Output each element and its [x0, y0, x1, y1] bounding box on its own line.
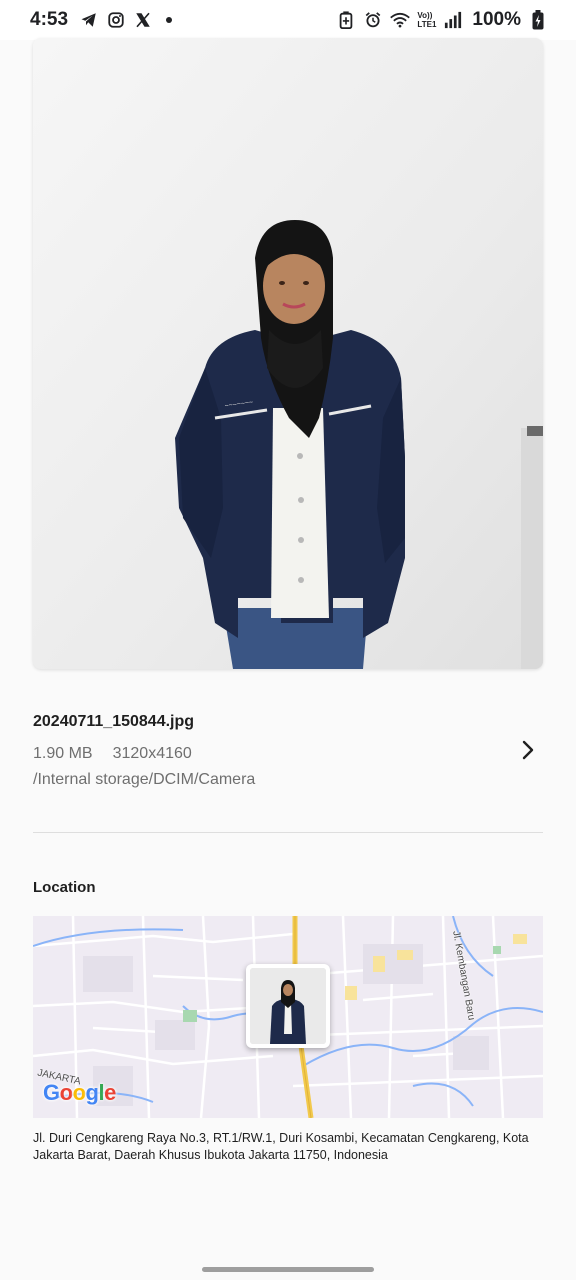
person-photo: ~~~~~~~ — [33, 38, 543, 669]
location-address: Jl. Duri Cengkareng Raya No.3, RT.1/RW.1… — [33, 1131, 529, 1162]
status-bar-left: 4:53 — [30, 9, 173, 31]
alarm-icon — [363, 10, 383, 30]
telegram-icon — [79, 10, 99, 30]
map-pin-thumbnail — [250, 968, 326, 1044]
divider — [33, 832, 543, 833]
x-icon — [133, 10, 153, 30]
file-name: 20240711_150844.jpg — [33, 713, 195, 730]
home-indicator[interactable] — [202, 1267, 374, 1272]
battery-saver-icon — [336, 10, 356, 30]
photo-preview[interactable]: ~~~~~~~ — [33, 38, 543, 669]
chevron-right-icon[interactable] — [513, 735, 543, 765]
location-map[interactable]: Jl. Kembangan Baru JAKARTA Google — [33, 916, 543, 1118]
file-meta: 1.90 MB 3120x4160 — [33, 745, 543, 763]
status-bar: 4:53 Vo)) LTE1 100% — [0, 0, 576, 40]
clock: 4:53 — [30, 9, 69, 30]
volte-indicator: Vo)) LTE1 — [417, 11, 436, 29]
file-resolution: 3120x4160 — [112, 745, 192, 762]
google-logo: Google — [43, 1080, 116, 1105]
volte-bottom: LTE1 — [417, 20, 437, 29]
notification-dot — [166, 17, 173, 23]
file-details[interactable]: 20240711_150844.jpg 1.90 MB 3120x4160 /I… — [33, 713, 543, 805]
file-path: /Internal storage/DCIM/Camera — [33, 771, 256, 788]
location-heading: Location — [33, 879, 96, 896]
map-photo-pin[interactable] — [246, 964, 330, 1048]
instagram-icon — [106, 10, 126, 30]
file-size: 1.90 MB — [33, 745, 93, 762]
charging-battery-icon — [528, 10, 548, 30]
status-bar-right: Vo)) LTE1 100% — [336, 9, 548, 31]
volte-top: Vo)) — [417, 11, 433, 20]
signal-icon — [443, 10, 463, 30]
battery-percentage: 100% — [472, 9, 521, 30]
wifi-icon — [390, 10, 411, 30]
